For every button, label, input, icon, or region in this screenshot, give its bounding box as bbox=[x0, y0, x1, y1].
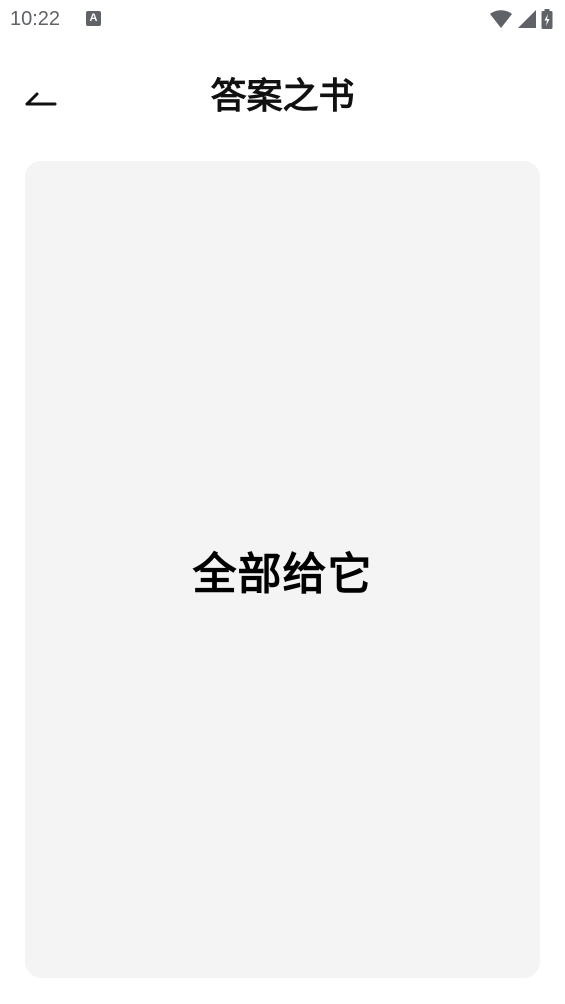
cell-signal-icon bbox=[518, 10, 536, 28]
a-icon: A bbox=[86, 11, 101, 26]
status-time: 10:22 bbox=[10, 8, 61, 30]
status-bar: 10:22 A bbox=[0, 0, 565, 38]
app-header: 答案之书 bbox=[0, 60, 565, 134]
back-arrow-icon bbox=[25, 92, 57, 106]
page-title: 答案之书 bbox=[210, 76, 355, 117]
back-button[interactable] bbox=[14, 72, 64, 122]
wifi-icon bbox=[490, 10, 512, 28]
answer-card[interactable]: 全部给它 bbox=[25, 161, 540, 978]
answer-text: 全部给它 bbox=[192, 548, 373, 600]
battery-charging-icon bbox=[541, 9, 553, 29]
